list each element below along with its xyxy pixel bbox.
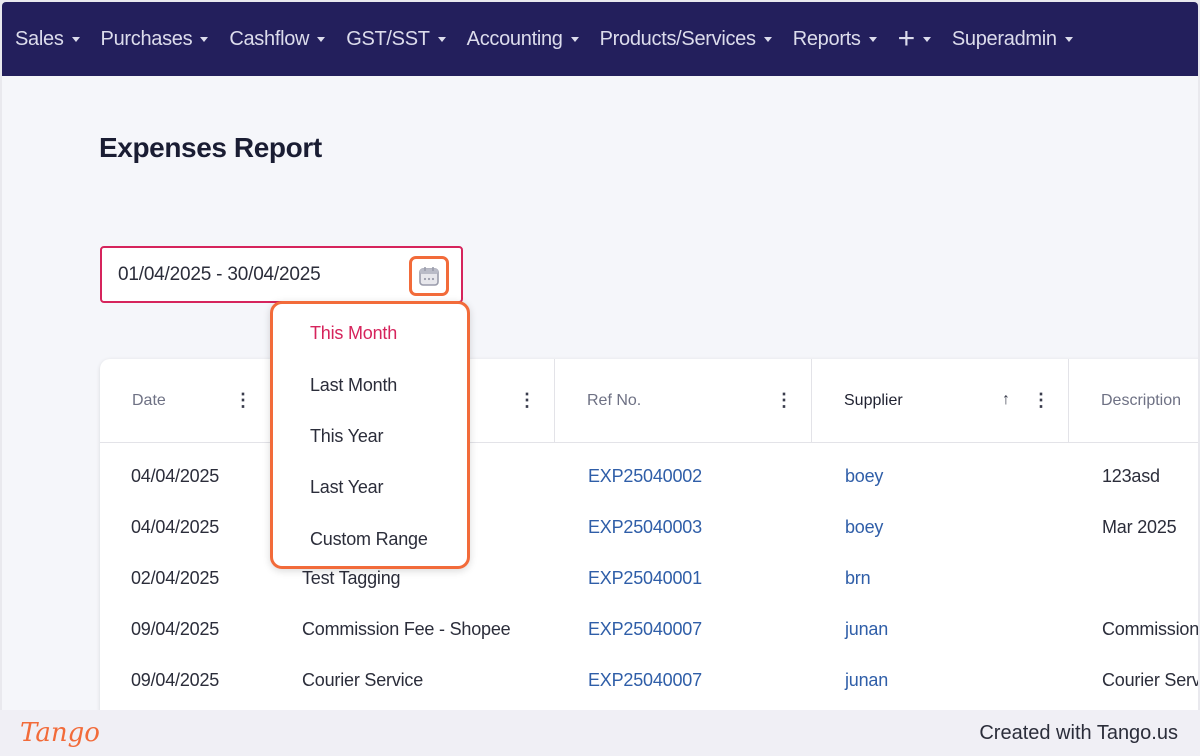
arrow-up-icon[interactable]: ↑ — [1002, 391, 1010, 409]
chevron-down-icon — [437, 36, 446, 42]
column-header-label: Supplier — [844, 392, 903, 409]
cell-ref-no[interactable]: EXP25040002 — [588, 466, 702, 487]
nav-purchases[interactable]: Purchases — [101, 28, 209, 51]
nav-cashflow-label: Cashflow — [229, 27, 310, 50]
column-header-label: Description — [1101, 392, 1182, 409]
nav-products-services[interactable]: Products/Services — [600, 28, 772, 51]
nav-products-services-label: Products/Services — [599, 27, 756, 50]
column-header-label: Date — [132, 392, 166, 409]
expenses-table: Date ⋮ ⋮ Ref No. ⋮ Supplier ↑ ⋮ Descript… — [100, 359, 1198, 710]
nav-gst-sst[interactable]: GST/SST — [346, 27, 446, 51]
date-range-dropdown: This Month Last Month This Year Last Yea… — [270, 301, 470, 569]
kebab-menu-icon[interactable]: ⋮ — [234, 391, 252, 409]
option-last-year[interactable]: Last Year — [310, 477, 383, 498]
table-row[interactable]: 09/04/2025 Courier Service EXP25040007 j… — [100, 656, 1198, 707]
created-with-text: Created with Tango.us — [979, 722, 1178, 744]
table-row[interactable]: 04/04/2025 EXP25040002 boey 123asd — [100, 452, 1198, 503]
cell-date: 02/04/2025 — [131, 568, 220, 588]
option-custom-range[interactable]: Custom Range — [310, 529, 428, 550]
kebab-menu-icon[interactable]: ⋮ — [775, 391, 793, 409]
chevron-down-icon — [922, 36, 931, 42]
column-header-date[interactable]: Date ⋮ — [100, 359, 271, 443]
cell-date: 04/04/2025 — [131, 517, 220, 537]
cell-date: 09/04/2025 — [131, 670, 220, 690]
date-range-value: 01/04/2025 - 30/04/2025 — [118, 263, 321, 285]
cell-title: Test Tagging — [302, 568, 401, 588]
column-header-label: Ref No. — [587, 392, 642, 409]
cell-title: Commission Fee - Shopee — [302, 619, 511, 639]
page-title: Expenses Report — [99, 132, 322, 163]
nav-sales-label: Sales — [15, 27, 64, 50]
table-row[interactable]: 02/04/2025 Test Tagging EXP25040001 brn — [100, 554, 1198, 605]
option-last-month[interactable]: Last Month — [310, 375, 397, 396]
cell-supplier[interactable]: boey — [845, 517, 883, 538]
calendar-icon — [419, 267, 439, 286]
cell-supplier[interactable]: brn — [845, 568, 871, 589]
cell-description: Mar 2025 — [1102, 517, 1177, 537]
nav-user-label: Superadmin — [951, 27, 1057, 50]
cell-date: 04/04/2025 — [131, 466, 220, 486]
cell-date: 09/04/2025 — [131, 619, 220, 639]
cell-title: Courier Service — [302, 670, 424, 690]
nav-add-menu[interactable]: + — [897, 22, 931, 55]
nav-reports-label: Reports — [792, 27, 861, 50]
cell-ref-no[interactable]: EXP25040007 — [588, 619, 702, 640]
tango-logo: Tango — [20, 718, 100, 748]
chevron-down-icon — [763, 36, 772, 42]
column-header-description[interactable]: Description — [1069, 359, 1198, 443]
cell-supplier[interactable]: junan — [845, 619, 888, 640]
option-this-year[interactable]: This Year — [310, 426, 383, 447]
nav-sales[interactable]: Sales — [15, 28, 80, 51]
chevron-down-icon — [1064, 36, 1073, 42]
table-row[interactable]: 04/04/2025 EXP25040003 boey Mar 2025 — [100, 503, 1198, 554]
chevron-down-icon — [71, 36, 80, 42]
cell-description: Commission — [1102, 619, 1198, 639]
option-this-month[interactable]: This Month — [310, 323, 397, 344]
cell-description: 123asd — [1102, 466, 1160, 486]
cell-ref-no[interactable]: EXP25040001 — [588, 568, 702, 589]
nav-cashflow[interactable]: Cashflow — [229, 27, 326, 51]
cell-description: Courier Serv — [1102, 670, 1198, 690]
cell-ref-no[interactable]: EXP25040007 — [588, 670, 702, 691]
chevron-down-icon — [317, 36, 326, 42]
cell-supplier[interactable]: boey — [845, 466, 883, 487]
cell-ref-no[interactable]: EXP25040003 — [588, 517, 702, 538]
nav-accounting-label: Accounting — [466, 27, 563, 50]
table-header: Date ⋮ ⋮ Ref No. ⋮ Supplier ↑ ⋮ Descript… — [100, 359, 1198, 443]
top-navbar: Sales Purchases Cashflow GST/SST Account… — [2, 2, 1198, 76]
kebab-menu-icon[interactable]: ⋮ — [1032, 391, 1050, 409]
chevron-down-icon — [570, 36, 579, 42]
chevron-down-icon — [200, 36, 209, 42]
chevron-down-icon — [868, 36, 877, 42]
column-header-ref-no[interactable]: Ref No. ⋮ — [555, 359, 812, 443]
nav-gst-sst-label: GST/SST — [346, 27, 430, 50]
nav-user-menu[interactable]: Superadmin — [952, 28, 1073, 51]
tango-footer: Tango Created with Tango.us — [0, 710, 1200, 756]
table-row[interactable]: 09/04/2025 Commission Fee - Shopee EXP25… — [100, 605, 1198, 656]
calendar-button[interactable] — [409, 256, 449, 296]
kebab-menu-icon[interactable]: ⋮ — [518, 391, 536, 409]
app-window: Sales Purchases Cashflow GST/SST Account… — [2, 2, 1198, 710]
nav-reports[interactable]: Reports — [793, 28, 877, 51]
cell-supplier[interactable]: junan — [845, 670, 888, 691]
column-header-supplier[interactable]: Supplier ↑ ⋮ — [812, 359, 1069, 443]
plus-icon: + — [897, 22, 916, 55]
nav-purchases-label: Purchases — [100, 27, 193, 50]
nav-accounting[interactable]: Accounting — [467, 28, 579, 51]
